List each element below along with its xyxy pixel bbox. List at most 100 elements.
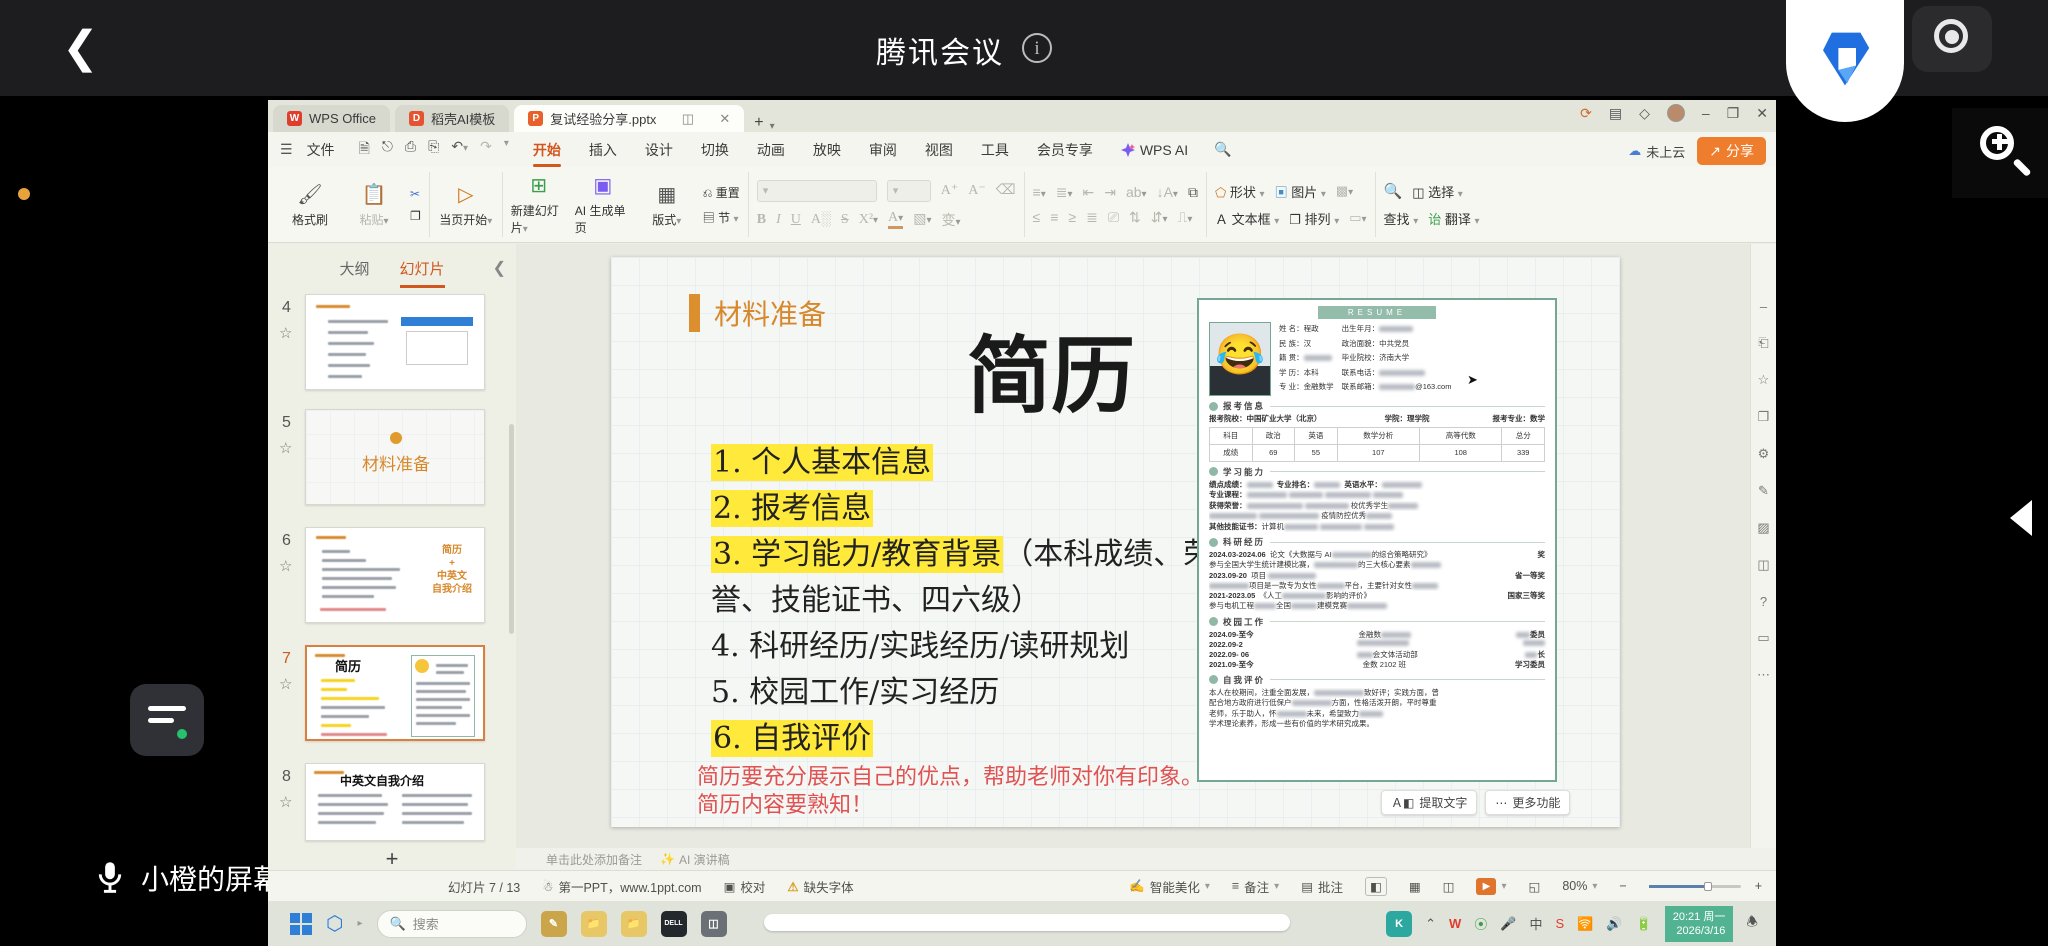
redo-icon[interactable]: ↷	[480, 138, 492, 162]
present-mode-icon[interactable]: ◫	[682, 111, 694, 127]
numbered-list-icon[interactable]: ≣▾	[1056, 184, 1073, 201]
italic-icon[interactable]: I	[776, 212, 781, 228]
thumb-6-star-icon[interactable]: ☆	[279, 557, 292, 575]
rail-tools-icon[interactable]: ⚙	[1758, 446, 1770, 462]
more-functions-button[interactable]: ⋯ 更多功能	[1485, 790, 1571, 815]
cut-icon[interactable]: ✂	[410, 187, 421, 201]
slide-thumbnail-8[interactable]: 中英文自我介绍	[305, 763, 485, 841]
arrange-button[interactable]: ❐ 排列 ▾	[1289, 209, 1339, 228]
tray-mic-icon[interactable]: 🎤	[1500, 916, 1516, 932]
phonetic-icon[interactable]: 变▾	[941, 210, 960, 230]
slide-thumbnail-7-selected[interactable]: 简历	[305, 645, 485, 741]
new-slide-button[interactable]: ⊞ 新建幻灯片▾	[511, 173, 567, 236]
slide-thumbnail-5[interactable]: 材料准备	[305, 409, 485, 505]
align-center-icon[interactable]: ≡	[1050, 209, 1058, 225]
current-slide[interactable]: 材料准备 简历 1. 个人基本信息 2. 报考信息 3. 学习能力/教育背景（本…	[611, 257, 1620, 827]
zoom-percent[interactable]: 80% ▾	[1562, 879, 1597, 893]
rail-help-icon[interactable]: ?	[1760, 594, 1767, 609]
superscript-icon[interactable]: X²▾	[859, 212, 878, 228]
new-tab-button[interactable]: +	[754, 114, 763, 132]
panel-scrollbar[interactable]	[509, 424, 514, 634]
thumb-4-star-icon[interactable]: ☆	[279, 324, 292, 342]
shrink-font-icon[interactable]: A⁻	[968, 182, 986, 199]
outdent-icon[interactable]: ⇤	[1083, 184, 1095, 201]
smartart-icon[interactable]: ⧉	[1188, 184, 1198, 201]
missing-font-warning[interactable]: ⚠ 缺失字体	[787, 877, 853, 896]
menu-member[interactable]: 会员专享	[1023, 140, 1107, 160]
battery-icon[interactable]: 🔋	[1636, 916, 1652, 932]
copy-icon[interactable]: ❐	[410, 209, 421, 223]
proofread-button[interactable]: ▣ 校对	[724, 877, 766, 896]
template-source[interactable]: ☃ 第一PPT，www.1ppt.com	[542, 877, 701, 896]
reset-button[interactable]: ⎌ 重置	[703, 184, 740, 201]
undo-icon[interactable]: ↶▾	[451, 138, 468, 162]
tab-outline[interactable]: 大纲	[339, 258, 369, 288]
print-icon[interactable]: ⎙	[405, 138, 416, 162]
menu-review[interactable]: 审阅	[855, 140, 911, 160]
extract-text-button[interactable]: Ａ◧ 提取文字	[1381, 790, 1478, 815]
textbox-button[interactable]: Ａ 文本框 ▾	[1215, 209, 1279, 228]
resume-image[interactable]: RESUME 😂 姓 名：程政 民 族：汉 籍 贯： 学 历：本科 专 业：金融…	[1197, 298, 1557, 782]
tab-wps-home[interactable]: W WPS Office	[273, 105, 390, 132]
highlight-color-icon[interactable]: ▧▾	[913, 211, 931, 228]
picture-button[interactable]: ▣ 图片 ▾	[1275, 182, 1326, 201]
zoom-out-button[interactable]: −	[1619, 879, 1626, 893]
taskbar-clock[interactable]: 20:21 周一 2026/3/16	[1664, 905, 1734, 942]
menu-insert[interactable]: 插入	[575, 140, 631, 160]
shapes-button[interactable]: ⬠ 形状 ▾	[1215, 182, 1265, 201]
taskbar-search[interactable]: 🔍 搜索	[376, 909, 527, 938]
menu-tools[interactable]: 工具	[967, 140, 1023, 160]
align-right-icon[interactable]: ≥	[1068, 209, 1076, 225]
tab-list-chevron[interactable]: ▾	[770, 121, 775, 132]
volume-icon[interactable]: 🔊	[1606, 916, 1622, 932]
font-size-select[interactable]: ▾	[886, 179, 931, 202]
view-reading-icon[interactable]: ◫	[1443, 879, 1455, 894]
tray-wps-icon[interactable]: W	[1449, 916, 1461, 931]
chat-button[interactable]	[130, 684, 204, 756]
save-icon[interactable]: 🗎	[359, 138, 370, 162]
notes-placeholder[interactable]: 单击此处添加备注	[546, 851, 642, 868]
folder-icon-2[interactable]: 📁	[620, 910, 647, 937]
tab-slides[interactable]: 幻灯片	[399, 258, 445, 288]
panel-collapse-icon[interactable]: ❮	[493, 258, 506, 278]
rail-book-icon[interactable]: ◫	[1757, 557, 1769, 573]
rail-star-icon[interactable]: ☆	[1758, 372, 1770, 388]
add-slide-button[interactable]: +	[268, 846, 516, 872]
select-button[interactable]: ◫ 选择 ▾	[1412, 182, 1463, 201]
section-button[interactable]: ▤ 节 ▾	[703, 209, 740, 226]
folder-icon[interactable]: 📁	[580, 910, 607, 937]
share-progress-bar[interactable]	[764, 914, 1290, 931]
justify-icon[interactable]: ≣	[1086, 209, 1098, 226]
menu-transition[interactable]: 切换	[687, 140, 743, 160]
translate-button[interactable]: 诒 翻译 ▾	[1428, 209, 1479, 228]
menu-home[interactable]: 开始	[519, 140, 575, 167]
comment-button[interactable]: ▤ 批注	[1301, 877, 1343, 896]
tab-close-icon[interactable]: ✕	[719, 111, 730, 127]
share-button[interactable]: ↗ 分享	[1697, 137, 1766, 165]
columns-icon[interactable]: ⎚	[1108, 209, 1119, 226]
thumb-7-star-icon[interactable]: ☆	[279, 675, 292, 693]
menu-animation[interactable]: 动画	[743, 140, 799, 160]
wifi-icon[interactable]: 🛜	[1577, 916, 1593, 932]
line-spacing-icon[interactable]: ⇅	[1129, 209, 1141, 226]
browser-icon[interactable]: ⬡	[326, 911, 343, 936]
media-button[interactable]: ▭▾	[1349, 210, 1366, 226]
clipboard-icon[interactable]: ▤	[1609, 105, 1622, 122]
text-direction-icon[interactable]: ab▾	[1126, 184, 1147, 200]
print-preview-icon[interactable]: ⎘	[428, 138, 439, 162]
strikethrough-icon[interactable]: S	[841, 212, 849, 228]
quickbar-chevron[interactable]: ▾	[504, 138, 509, 162]
font-color-icon[interactable]: A▾	[888, 210, 904, 229]
smart-beautify-button[interactable]: ✍ 智能美化 ▾	[1129, 877, 1210, 896]
tab-docer-template[interactable]: D 稻壳AI模板	[394, 105, 510, 132]
menu-slideshow[interactable]: 放映	[799, 140, 855, 160]
text-align-vert-icon[interactable]: ⎍▾	[1178, 209, 1193, 226]
grow-font-icon[interactable]: A⁺	[941, 182, 959, 199]
menu-wps-ai[interactable]: WPS AI	[1107, 142, 1202, 158]
layout-button[interactable]: ▦ 版式▾	[639, 182, 695, 228]
rail-minus-icon[interactable]: –	[1760, 299, 1767, 314]
fit-window-icon[interactable]: ◱	[1529, 879, 1541, 894]
restore-button[interactable]: ❐	[1727, 105, 1740, 122]
monitor-app-icon[interactable]: ◫	[700, 910, 727, 937]
text-spacing-icon[interactable]: ↓A▾	[1157, 184, 1178, 200]
